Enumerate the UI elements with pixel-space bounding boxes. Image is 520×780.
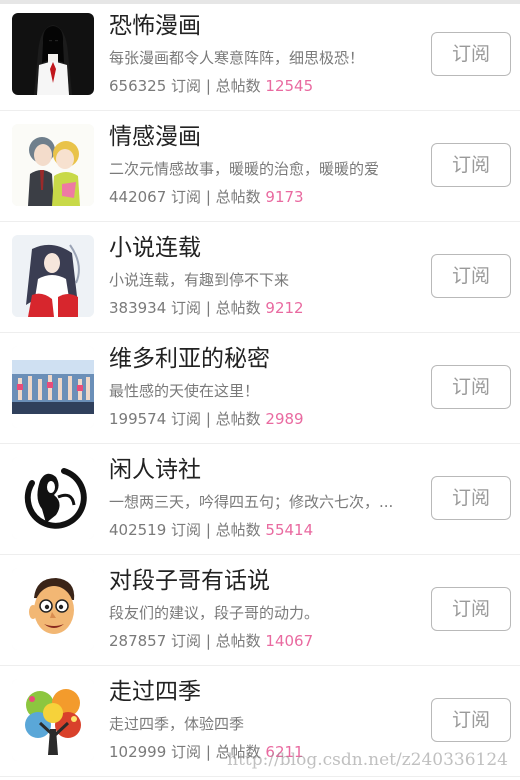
four-seasons-tree-thumbnail bbox=[12, 679, 94, 761]
subscriber-count: 383934 bbox=[109, 299, 167, 317]
novel-thumbnail bbox=[12, 235, 94, 317]
subscribe-button[interactable]: 订阅 bbox=[431, 365, 511, 409]
post-count: 2989 bbox=[265, 410, 304, 428]
topic-title: 走过四季 bbox=[109, 679, 201, 705]
subscriber-count: 442067 bbox=[109, 188, 167, 206]
post-count: 12545 bbox=[265, 77, 314, 95]
post-count: 55414 bbox=[265, 521, 314, 539]
subscribe-button[interactable]: 订阅 bbox=[431, 476, 511, 520]
list-item[interactable]: 情感漫画 二次元情感故事，暖暖的治愈，暖暖的爱 442067 订阅 | 总帖数 … bbox=[0, 111, 520, 222]
topic-title: 恐怖漫画 bbox=[109, 13, 201, 39]
topic-list[interactable]: 恐怖漫画 每张漫画都令人寒意阵阵，细思极恐！ 656325 订阅 | 总帖数 1… bbox=[0, 0, 520, 780]
subscriber-count: 656325 bbox=[109, 77, 167, 95]
subscriber-count: 402519 bbox=[109, 521, 167, 539]
subscribe-unit: 订阅 bbox=[166, 188, 202, 206]
subscriber-count: 102999 bbox=[109, 743, 167, 761]
posts-separator: | 总帖数 bbox=[201, 743, 266, 761]
subscribe-button[interactable]: 订阅 bbox=[431, 32, 511, 76]
subscribe-button[interactable]: 订阅 bbox=[431, 143, 511, 187]
horror-comic-thumbnail bbox=[12, 13, 94, 95]
topic-description: 每张漫画都令人寒意阵阵，细思极恐！ bbox=[109, 49, 365, 67]
subscribe-unit: 订阅 bbox=[166, 743, 202, 761]
subscriber-count: 199574 bbox=[109, 410, 167, 428]
topic-title: 小说连载 bbox=[109, 235, 201, 261]
post-count: 14067 bbox=[265, 632, 314, 650]
topic-title: 对段子哥有话说 bbox=[109, 568, 270, 594]
subscribe-button[interactable]: 订阅 bbox=[431, 254, 511, 298]
posts-separator: | 总帖数 bbox=[201, 299, 266, 317]
topic-description: 最性感的天使在这里！ bbox=[109, 382, 260, 400]
topic-stats: 442067 订阅 | 总帖数 9173 bbox=[109, 187, 304, 207]
topic-title: 闲人诗社 bbox=[109, 457, 201, 483]
topic-description: 小说连载，有趣到停不下来 bbox=[109, 271, 290, 289]
post-count: 6211 bbox=[265, 743, 304, 761]
subscribe-unit: 订阅 bbox=[166, 410, 202, 428]
list-item[interactable]: 走过四季 走过四季，体验四季 102999 订阅 | 总帖数 6211 订阅 bbox=[0, 666, 520, 777]
list-item[interactable]: 小说连载 小说连载，有趣到停不下来 383934 订阅 | 总帖数 9212 订… bbox=[0, 222, 520, 333]
romance-comic-thumbnail bbox=[12, 124, 94, 206]
list-item[interactable]: 恐怖漫画 每张漫画都令人寒意阵阵，细思极恐！ 656325 订阅 | 总帖数 1… bbox=[0, 0, 520, 111]
topic-description: 一想两三天，吟得四五句；修改六七次，... bbox=[109, 493, 394, 511]
posts-separator: | 总帖数 bbox=[201, 188, 266, 206]
poetry-club-thumbnail bbox=[12, 457, 94, 539]
topic-stats: 383934 订阅 | 总帖数 9212 bbox=[109, 298, 304, 318]
topic-stats: 102999 订阅 | 总帖数 6211 bbox=[109, 742, 304, 762]
topic-stats: 287857 订阅 | 总帖数 14067 bbox=[109, 631, 313, 651]
subscribe-unit: 订阅 bbox=[166, 632, 202, 650]
subscribe-button[interactable]: 订阅 bbox=[431, 698, 511, 742]
topic-stats: 402519 订阅 | 总帖数 55414 bbox=[109, 520, 313, 540]
posts-separator: | 总帖数 bbox=[201, 77, 266, 95]
post-count: 9173 bbox=[265, 188, 304, 206]
cartoon-face-thumbnail bbox=[12, 568, 94, 650]
topic-stats: 656325 订阅 | 总帖数 12545 bbox=[109, 76, 313, 96]
fashion-show-thumbnail bbox=[12, 346, 94, 428]
posts-separator: | 总帖数 bbox=[201, 410, 266, 428]
subscribe-button[interactable]: 订阅 bbox=[431, 587, 511, 631]
topic-title: 情感漫画 bbox=[109, 124, 201, 150]
topic-description: 段友们的建议，段子哥的动力。 bbox=[109, 604, 320, 622]
subscribe-unit: 订阅 bbox=[166, 521, 202, 539]
topic-description: 走过四季，体验四季 bbox=[109, 715, 245, 733]
list-item[interactable]: 维多利亚的秘密 最性感的天使在这里！ 199574 订阅 | 总帖数 2989 … bbox=[0, 333, 520, 444]
posts-separator: | 总帖数 bbox=[201, 632, 266, 650]
subscribe-unit: 订阅 bbox=[166, 299, 202, 317]
list-item[interactable]: 对段子哥有话说 段友们的建议，段子哥的动力。 287857 订阅 | 总帖数 1… bbox=[0, 555, 520, 666]
subscriber-count: 287857 bbox=[109, 632, 167, 650]
topic-stats: 199574 订阅 | 总帖数 2989 bbox=[109, 409, 304, 429]
subscribe-unit: 订阅 bbox=[166, 77, 202, 95]
posts-separator: | 总帖数 bbox=[201, 521, 266, 539]
topic-description: 二次元情感故事，暖暖的治愈，暖暖的爱 bbox=[109, 160, 380, 178]
topic-title: 维多利亚的秘密 bbox=[109, 346, 270, 372]
list-item[interactable]: 闲人诗社 一想两三天，吟得四五句；修改六七次，... 402519 订阅 | 总… bbox=[0, 444, 520, 555]
post-count: 9212 bbox=[265, 299, 304, 317]
